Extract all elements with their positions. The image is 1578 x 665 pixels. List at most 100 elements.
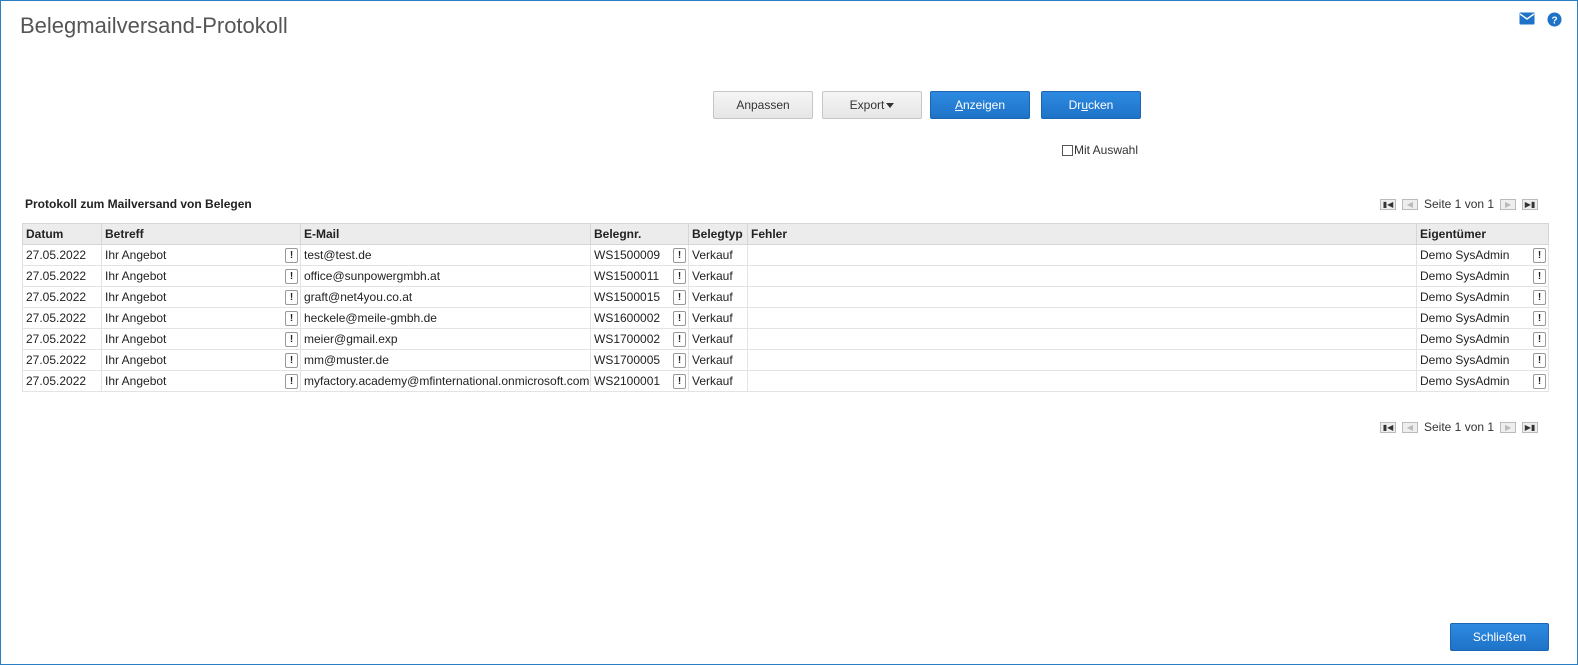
last-page-icon[interactable]: ▶▮ (1522, 421, 1539, 433)
table-cell: Verkauf (688, 286, 748, 308)
col-datum[interactable]: Datum (22, 223, 102, 245)
anpassen-button[interactable]: Anpassen (713, 91, 813, 119)
table-cell: Ihr Angebot! (101, 370, 301, 392)
anzeigen-accesskey: A (954, 98, 963, 112)
cell-value: Demo SysAdmin (1420, 332, 1510, 346)
table-cell: Demo SysAdmin! (1416, 370, 1549, 392)
svg-text:?: ? (1551, 16, 1557, 27)
cell-value: WS1500011 (594, 269, 660, 283)
help-icon[interactable]: ? (1547, 12, 1563, 27)
cell-value: Ihr Angebot (105, 311, 167, 325)
table-cell (747, 286, 1417, 308)
table-row[interactable]: 27.05.2022 Ihr Angebot! mm@muster.de WS1700… (22, 349, 1549, 371)
table-cell (747, 349, 1417, 371)
prev-page-icon[interactable]: ◀ (1402, 198, 1418, 210)
detail-button[interactable]: ! (673, 268, 686, 284)
detail-button[interactable]: ! (285, 352, 298, 368)
cell-value: Demo SysAdmin (1420, 311, 1510, 325)
cell-value: Demo SysAdmin (1420, 374, 1510, 388)
cell-value: WS1700002 (594, 332, 661, 346)
table-row[interactable]: 27.05.2022 Ihr Angebot! graft@net4you.co.a… (22, 286, 1549, 308)
table-cell (747, 244, 1417, 266)
drucken-label-pre: Dr (1068, 98, 1082, 112)
detail-button[interactable]: ! (285, 247, 298, 263)
detail-button[interactable]: ! (285, 268, 298, 284)
detail-button[interactable]: ! (673, 331, 686, 347)
table-cell: Ihr Angebot! (101, 307, 301, 329)
table-cell: WS1700002! (590, 328, 689, 350)
page-title: Belegmailversand-Protokoll (20, 13, 288, 38)
prev-page-icon[interactable]: ◀ (1402, 421, 1418, 433)
table-cell: Demo SysAdmin! (1416, 307, 1549, 329)
detail-button[interactable]: ! (673, 373, 686, 389)
table-cell: WS1500009! (590, 244, 689, 266)
cell-value: WS1500009 (594, 248, 661, 262)
dialog-frame: Belegmailversand-Protokoll ? Anpassen Ex… (0, 0, 1578, 665)
table-cell: 27.05.2022 (22, 244, 102, 266)
detail-button[interactable]: ! (1533, 373, 1546, 389)
cell-value: Ihr Angebot (105, 353, 167, 367)
export-label: Export (849, 98, 885, 112)
detail-button[interactable]: ! (285, 289, 298, 305)
table-cell (747, 370, 1417, 392)
first-page-icon[interactable]: ▮◀ (1380, 198, 1396, 210)
table-row[interactable]: 27.05.2022 Ihr Angebot! myfactory.academy@… (22, 370, 1549, 392)
table-header-row: Datum Betreff E-Mail Belegnr. Belegtyp F… (22, 223, 1549, 245)
col-belegtyp[interactable]: Belegtyp (688, 223, 748, 245)
detail-button[interactable]: ! (1533, 268, 1546, 284)
detail-button[interactable]: ! (1533, 310, 1546, 326)
table-row[interactable]: 27.05.2022 Ihr Angebot! meier@gmail.exp WS1… (22, 328, 1549, 350)
detail-button[interactable]: ! (673, 289, 686, 305)
table-row[interactable]: 27.05.2022 Ihr Angebot! heckele@meile-gmbh… (22, 307, 1549, 329)
drucken-accesskey: u (1081, 98, 1088, 112)
detail-button[interactable]: ! (1533, 247, 1546, 263)
mit-auswahl-option[interactable]: Mit Auswahl (1062, 143, 1138, 157)
col-eigentuemer[interactable]: Eigentümer (1416, 223, 1549, 245)
table-cell: Ihr Angebot! (101, 265, 301, 287)
mit-auswahl-label: Mit Auswahl (1074, 143, 1139, 157)
cell-value: Demo SysAdmin (1420, 248, 1510, 262)
anzeigen-button[interactable]: Anzeigen (930, 91, 1030, 119)
cell-value: WS2100001 (594, 374, 661, 388)
detail-button[interactable]: ! (285, 310, 298, 326)
detail-button[interactable]: ! (673, 247, 686, 263)
last-page-icon[interactable]: ▶▮ (1522, 198, 1539, 210)
table-cell: Verkauf (688, 328, 748, 350)
table-cell: WS2100001! (590, 370, 689, 392)
detail-button[interactable]: ! (673, 352, 686, 368)
table-cell: Verkauf (688, 265, 748, 287)
table-cell: Ihr Angebot! (101, 286, 301, 308)
next-page-icon[interactable]: ▶ (1500, 421, 1517, 433)
mail-icon[interactable] (1519, 12, 1535, 26)
table-cell: test@test.de (300, 244, 591, 266)
export-button[interactable]: Export (822, 91, 922, 119)
table-cell: Ihr Angebot! (101, 349, 301, 371)
table-cell: WS1500011! (590, 265, 689, 287)
mit-auswahl-checkbox[interactable] (1062, 144, 1073, 156)
detail-button[interactable]: ! (1533, 331, 1546, 347)
pager-top: ▮◀ ◀ Seite 1 von 1 ▶ ▶▮ (1380, 197, 1539, 211)
col-belegnr[interactable]: Belegnr. (590, 223, 689, 245)
detail-button[interactable]: ! (1533, 289, 1546, 305)
cell-value: WS1500015 (594, 290, 661, 304)
col-fehler[interactable]: Fehler (747, 223, 1417, 245)
detail-button[interactable]: ! (285, 331, 298, 347)
detail-button[interactable]: ! (285, 373, 298, 389)
table-cell (747, 307, 1417, 329)
drucken-button[interactable]: Dr u cken (1041, 91, 1141, 119)
schliessen-button[interactable]: Schließen (1450, 623, 1549, 651)
first-page-icon[interactable]: ▮◀ (1380, 421, 1396, 433)
drucken-label-post: cken (1088, 98, 1114, 112)
next-page-icon[interactable]: ▶ (1500, 198, 1517, 210)
detail-button[interactable]: ! (673, 310, 686, 326)
table-row[interactable]: 27.05.2022 Ihr Angebot! office@sunpowergmb… (22, 265, 1549, 287)
table-cell: 27.05.2022 (22, 307, 102, 329)
table-cell: Demo SysAdmin! (1416, 349, 1549, 371)
pager-text: Seite 1 von 1 (1424, 197, 1495, 211)
col-betreff[interactable]: Betreff (101, 223, 301, 245)
col-email[interactable]: E-Mail (300, 223, 591, 245)
table-cell: office@sunpowergmbh.at (300, 265, 591, 287)
table-row[interactable]: 27.05.2022 Ihr Angebot! test@test.de WS1500… (22, 244, 1549, 266)
cell-value: Demo SysAdmin (1420, 290, 1510, 304)
detail-button[interactable]: ! (1533, 352, 1546, 368)
